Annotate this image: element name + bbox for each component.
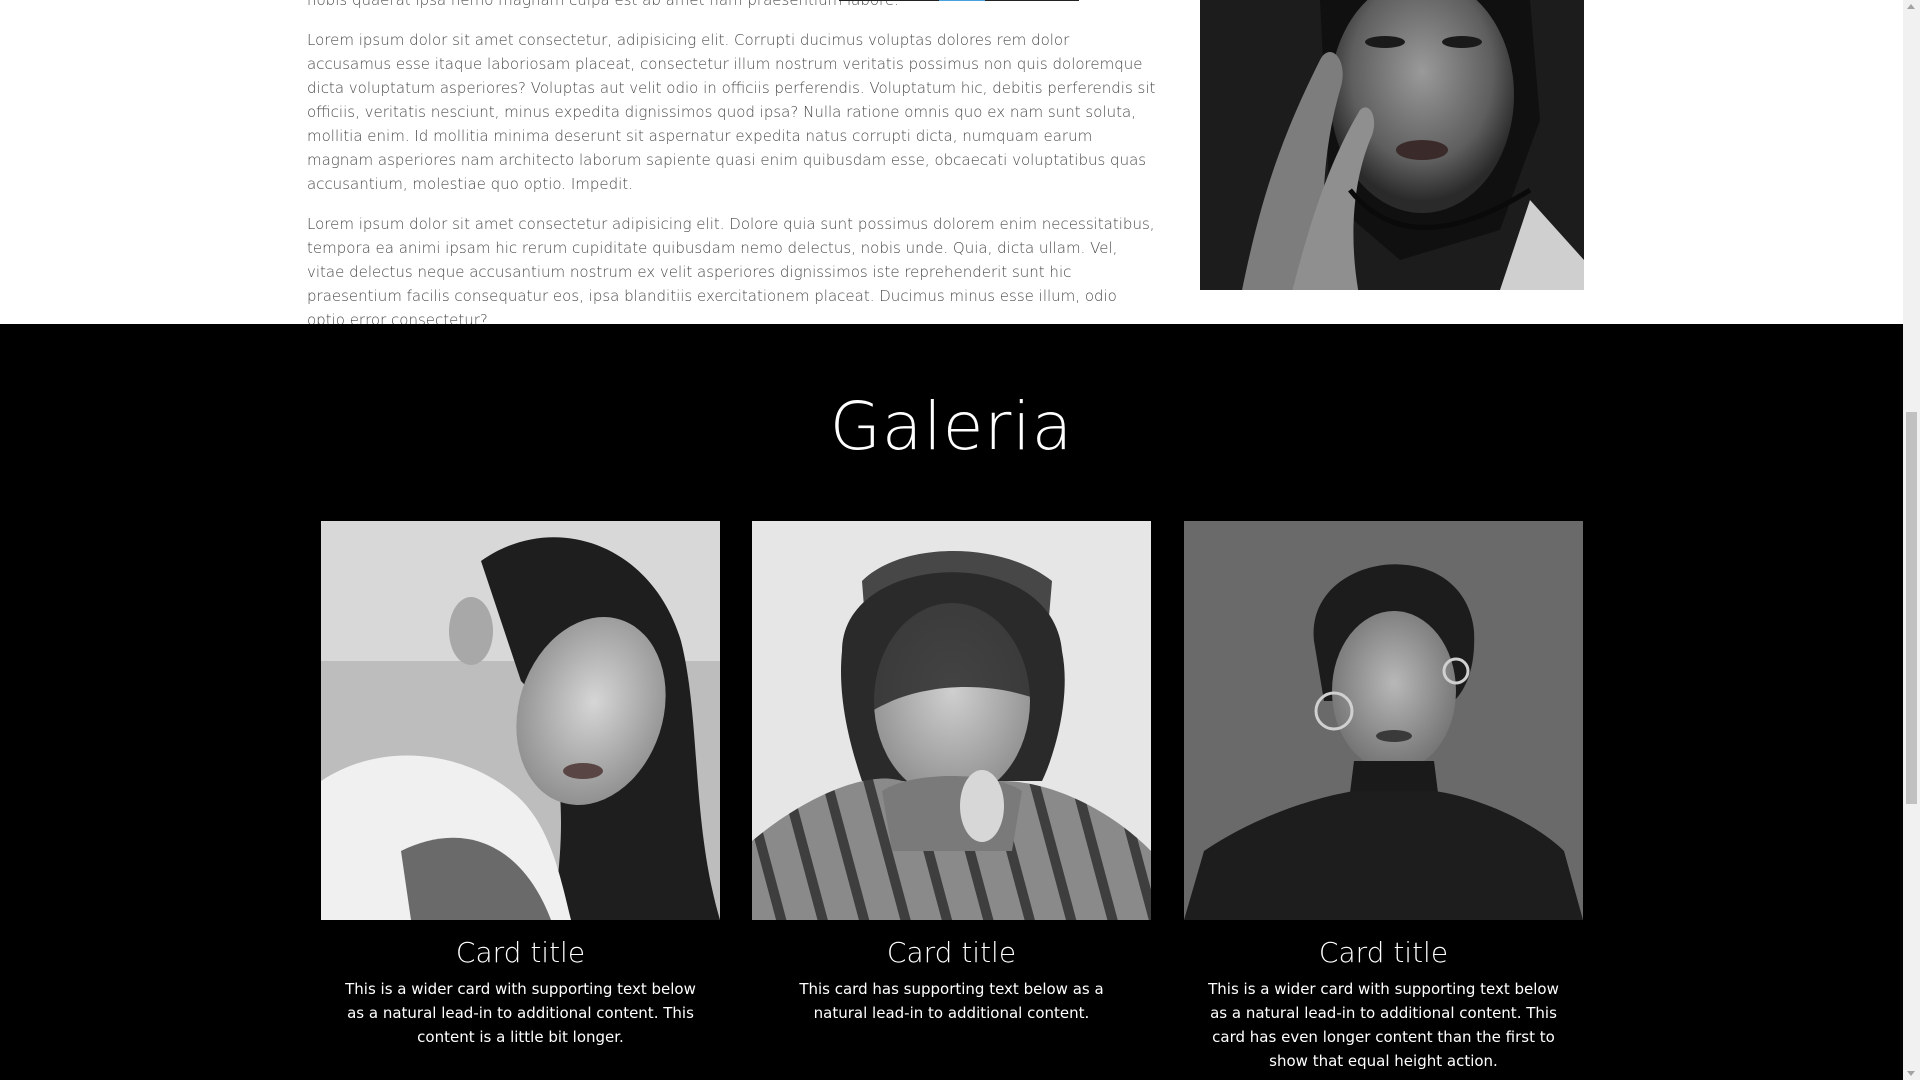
portrait-illustration <box>1200 0 1584 290</box>
card-image <box>752 521 1151 920</box>
portrait-illustration <box>321 521 720 920</box>
about-section: nobis quaerat ipsa nemo magnam culpa est… <box>0 0 1903 329</box>
about-paragraph-1: nobis quaerat ipsa nemo magnam culpa est… <box>307 0 899 9</box>
gallery-card[interactable]: Card title This card has supporting text… <box>752 521 1151 1025</box>
gallery-card[interactable]: Card title This is a wider card with sup… <box>321 521 720 1049</box>
card-image <box>321 521 720 920</box>
gallery-section: Galeria Card title This is a wider card … <box>0 324 1903 1080</box>
gallery-title: Galeria <box>829 388 1074 465</box>
card-text: This is a wider card with supporting tex… <box>345 980 696 1046</box>
about-paragraph-2: Lorem ipsum dolor sit amet consectetur, … <box>307 31 1156 193</box>
about-paragraph-3: Lorem ipsum dolor sit amet consectetur a… <box>307 215 1155 329</box>
card-text: This is a wider card with supporting tex… <box>1208 980 1559 1070</box>
divider-line <box>839 0 1079 1</box>
card-title: Card title <box>455 936 586 969</box>
scroll-up-arrow-icon[interactable] <box>1907 4 1915 9</box>
card-text: This card has supporting text below as a… <box>799 980 1104 1022</box>
scroll-down-arrow-icon[interactable] <box>1907 1071 1915 1076</box>
gallery-card[interactable]: Card title This is a wider card with sup… <box>1184 521 1583 1073</box>
about-portrait-image <box>1200 0 1584 290</box>
card-title: Card title <box>886 936 1017 969</box>
scrollbar-thumb[interactable] <box>1906 412 1917 804</box>
page: nobis quaerat ipsa nemo magnam culpa est… <box>0 0 1920 1080</box>
divider-accent <box>939 0 985 1</box>
card-image <box>1184 521 1583 920</box>
about-text: nobis quaerat ipsa nemo magnam culpa est… <box>307 0 1157 348</box>
portrait-illustration <box>1184 521 1583 920</box>
portrait-illustration <box>752 521 1151 920</box>
card-title: Card title <box>1318 936 1449 969</box>
vertical-scrollbar[interactable] <box>1903 0 1920 1080</box>
